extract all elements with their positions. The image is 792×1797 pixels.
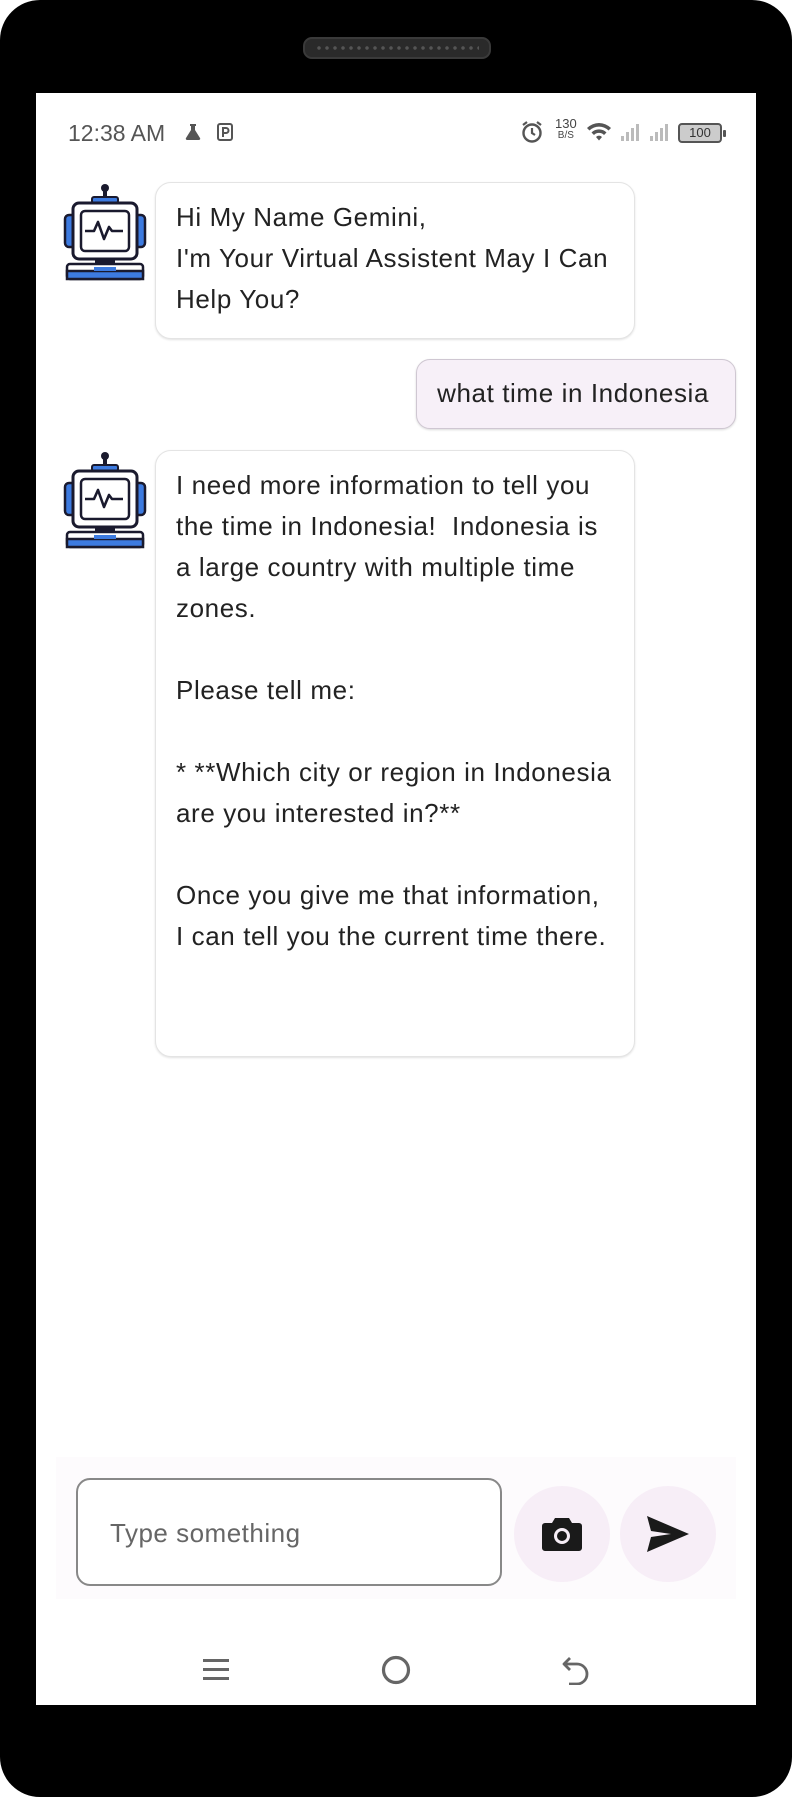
home-icon[interactable] xyxy=(380,1654,412,1686)
battery-indicator: 100 xyxy=(678,123,726,143)
message-input[interactable] xyxy=(108,1480,482,1586)
alarm-icon xyxy=(522,121,542,143)
signal-icon-1 xyxy=(621,124,639,141)
robot-icon xyxy=(63,184,147,281)
bot-message-bubble: Hi My Name Gemini, I'm Your Virtual Assi… xyxy=(155,182,635,339)
speaker-grille xyxy=(303,37,491,59)
system-nav-bar xyxy=(36,1633,756,1705)
status-time: 12:38 AM xyxy=(68,120,166,146)
net-speed: 130 B/S xyxy=(555,116,577,142)
robot-icon xyxy=(63,452,147,549)
status-bar: 12:38 AM 130 B/S 100 xyxy=(36,93,756,173)
net-speed-unit: B/S xyxy=(557,130,574,141)
parking-icon xyxy=(217,123,233,141)
send-icon xyxy=(647,1516,689,1552)
menu-icon[interactable] xyxy=(202,1655,230,1683)
camera-icon xyxy=(542,1518,582,1551)
phone-frame: 12:38 AM 130 B/S 100 Hi My Name Gemini, … xyxy=(0,0,792,1797)
camera-button[interactable] xyxy=(514,1486,610,1582)
message-input-box[interactable] xyxy=(76,1478,502,1586)
back-icon[interactable] xyxy=(561,1655,591,1685)
wifi-icon xyxy=(587,123,611,141)
bot-message-bubble: I need more information to tell you the … xyxy=(155,450,635,1057)
user-message-bubble: what time in Indonesia xyxy=(416,359,736,429)
app-screen: 12:38 AM 130 B/S 100 Hi My Name Gemini, … xyxy=(36,93,756,1705)
send-button[interactable] xyxy=(620,1486,716,1582)
flask-icon xyxy=(185,124,201,140)
net-speed-value: 130 xyxy=(555,116,577,131)
signal-icon-2 xyxy=(650,124,668,141)
